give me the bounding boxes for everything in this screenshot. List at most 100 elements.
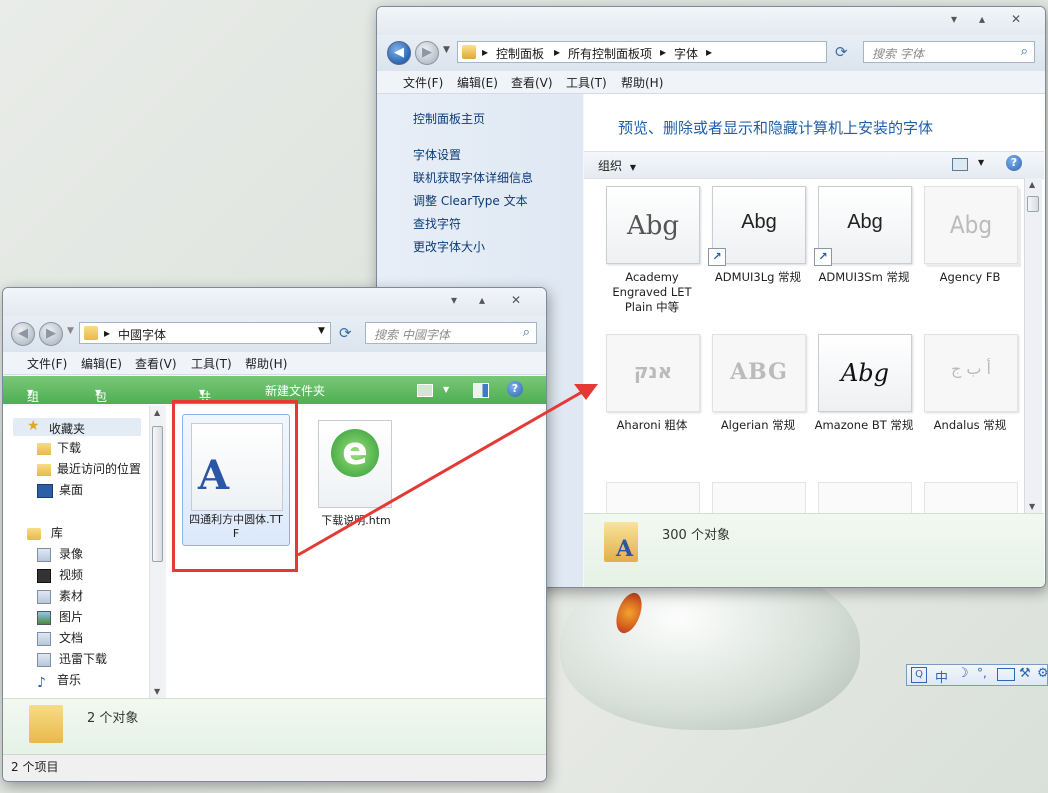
font-item[interactable]: ABG Algerian 常规: [708, 334, 808, 474]
view-options-icon[interactable]: [417, 384, 433, 397]
font-grid-scrollbar[interactable]: ▲ ▼: [1024, 178, 1042, 513]
status-bar: 2 个项目: [3, 754, 546, 781]
address-box[interactable]: ▸ 中國字体 ▼: [79, 322, 331, 344]
ime-moon-icon[interactable]: ☽: [957, 666, 969, 681]
menu-tools[interactable]: 工具(T): [191, 355, 232, 372]
ime-tools-icon[interactable]: ⚒: [1019, 666, 1031, 681]
navigation-pane: ★ 收藏夹 下载最近访问的位置 桌面 库 录像视频素材图片文档迅雷下载 ♪ 音乐: [3, 406, 165, 698]
folder-search-box[interactable]: 搜索 中國字体 ⌕: [365, 322, 537, 344]
help-icon[interactable]: ?: [1006, 155, 1022, 171]
back-arrow-icon: ◀: [394, 45, 404, 60]
maximize-button[interactable]: ▴: [471, 292, 493, 308]
library-item-label: 文档: [59, 631, 84, 645]
minimize-button[interactable]: ▾: [443, 292, 465, 308]
scroll-thumb[interactable]: [152, 426, 163, 562]
forward-button[interactable]: ▶: [415, 41, 439, 65]
font-preview-sample: Abg: [847, 211, 883, 233]
close-button[interactable]: ✕: [1005, 11, 1027, 27]
chevron-down-icon[interactable]: ▼: [443, 385, 449, 394]
folder-library-icon: [37, 652, 51, 667]
libraries-header[interactable]: 库: [27, 524, 63, 541]
history-dropdown-icon[interactable]: ▼: [443, 45, 450, 55]
font-name-label: Algerian 常规: [720, 418, 796, 432]
menu-edit[interactable]: 编辑(E): [457, 74, 498, 91]
font-item[interactable]: Abg Amazone BT 常规: [814, 334, 914, 474]
favorites-header[interactable]: ★ 收藏夹: [13, 418, 141, 436]
scroll-up-icon[interactable]: ▲: [1029, 180, 1035, 189]
menu-help[interactable]: 帮助(H): [621, 74, 663, 91]
scroll-down-icon[interactable]: ▼: [154, 687, 160, 696]
menu-help[interactable]: 帮助(H): [245, 355, 287, 372]
font-item[interactable]: אנק Aharoni 粗体: [602, 334, 702, 474]
breadcrumb-current-folder[interactable]: 中國字体: [118, 326, 166, 343]
maximize-button[interactable]: ▴: [971, 11, 993, 27]
forward-button[interactable]: ▶: [39, 322, 63, 346]
address-dropdown-icon[interactable]: ▼: [318, 326, 325, 336]
ime-punct-icon[interactable]: °,: [977, 666, 987, 680]
address-box[interactable]: ▸ 控制面板 ▸ 所有控制面板项 ▸ 字体 ▸ ▼: [457, 41, 905, 63]
organize-button[interactable]: 组织 ▼: [598, 157, 636, 174]
font-item[interactable]: Abg Agency FB: [920, 186, 1020, 326]
refresh-button[interactable]: ⟳: [339, 324, 352, 342]
fonts-address-bar: ◀ ▶ ▼ ▸ 控制面板 ▸ 所有控制面板项 ▸ 字体 ▸ ▼ ⟳ 搜索 字体 …: [377, 35, 1045, 71]
fonts-object-count: 300 个对象: [662, 528, 730, 543]
menu-file[interactable]: 文件(F): [27, 355, 67, 372]
breadcrumb-fonts[interactable]: 字体: [674, 45, 698, 62]
favorites-item[interactable]: 最近访问的位置: [37, 460, 141, 477]
breadcrumb-all-items[interactable]: 所有控制面板项: [568, 45, 652, 62]
library-item[interactable]: 素材: [37, 587, 83, 604]
sidebar-link-font-size[interactable]: 更改字体大小: [413, 238, 485, 255]
scroll-up-icon[interactable]: ▲: [154, 408, 160, 417]
font-item[interactable]: Abg ↗ ADMUI3Lg 常规: [708, 186, 808, 326]
font-item[interactable]: أ ب ج Andalus 常规: [920, 334, 1020, 474]
sidebar-home-link[interactable]: 控制面板主页: [413, 110, 485, 127]
menu-tools[interactable]: 工具(T): [566, 74, 607, 91]
folder-address-bar: ◀ ▶ ▼ ▸ 中國字体 ▼ ⟳ 搜索 中國字体 ⌕: [3, 316, 546, 352]
nav-scrollbar[interactable]: ▲ ▼: [149, 406, 166, 698]
chevron-down-icon: ▼: [27, 388, 34, 397]
back-button[interactable]: ◀: [11, 322, 35, 346]
close-button[interactable]: ✕: [505, 292, 527, 308]
history-dropdown-icon[interactable]: ▼: [67, 326, 74, 336]
library-item[interactable]: 文档: [37, 629, 83, 646]
menu-file[interactable]: 文件(F): [403, 74, 443, 91]
scroll-down-icon[interactable]: ▼: [1029, 502, 1035, 511]
menu-view[interactable]: 查看(V): [135, 355, 177, 372]
ime-logo-icon[interactable]: Q: [911, 667, 927, 683]
new-folder-button[interactable]: 新建文件夹: [265, 382, 325, 399]
help-icon[interactable]: ?: [507, 381, 523, 397]
library-item[interactable]: 迅雷下载: [37, 650, 107, 667]
ime-settings-icon[interactable]: ⚙: [1037, 666, 1048, 681]
breadcrumb-control-panel[interactable]: 控制面板: [496, 45, 544, 62]
folder-large-icon: [29, 705, 63, 743]
library-item[interactable]: 录像: [37, 545, 83, 562]
chevron-down-icon[interactable]: ▼: [978, 158, 984, 167]
preview-pane-icon[interactable]: [473, 383, 489, 398]
favorites-item[interactable]: 下载: [37, 439, 81, 456]
refresh-button[interactable]: ⟳: [835, 43, 848, 61]
chevron-down-icon: ▼: [199, 388, 206, 397]
view-options-icon[interactable]: [952, 158, 968, 171]
file-item-html[interactable]: e 下载说明.htm: [306, 414, 406, 544]
library-item[interactable]: 视频: [37, 566, 83, 583]
ime-keyboard-icon[interactable]: [997, 668, 1015, 681]
menu-view[interactable]: 查看(V): [511, 74, 553, 91]
search-icon[interactable]: ⌕: [523, 325, 530, 340]
ime-chinese-mode[interactable]: 中: [935, 667, 948, 686]
library-item[interactable]: 图片: [37, 608, 83, 625]
favorites-item[interactable]: 桌面: [37, 481, 83, 498]
sidebar-link-find-character[interactable]: 查找字符: [413, 215, 461, 232]
back-button[interactable]: ◀: [387, 41, 411, 65]
search-icon[interactable]: ⌕: [1021, 44, 1028, 59]
sidebar-link-cleartype[interactable]: 调整 ClearType 文本: [413, 192, 528, 209]
font-item[interactable]: Abg ↗ ADMUI3Sm 常规: [814, 186, 914, 326]
ime-toolbar: Q 中 ☽ °, ⚒ ⚙: [906, 664, 1048, 686]
sidebar-link-get-font-info[interactable]: 联机获取字体详细信息: [413, 169, 533, 186]
minimize-button[interactable]: ▾: [943, 11, 965, 27]
menu-edit[interactable]: 编辑(E): [81, 355, 122, 372]
scroll-thumb[interactable]: [1027, 196, 1039, 212]
sidebar-link-font-settings[interactable]: 字体设置: [413, 146, 461, 163]
library-item[interactable]: ♪ 音乐: [37, 671, 81, 691]
font-item[interactable]: Abg Academy Engraved LET Plain 中等: [602, 186, 702, 326]
fonts-search-box[interactable]: 搜索 字体 ⌕: [863, 41, 1035, 63]
